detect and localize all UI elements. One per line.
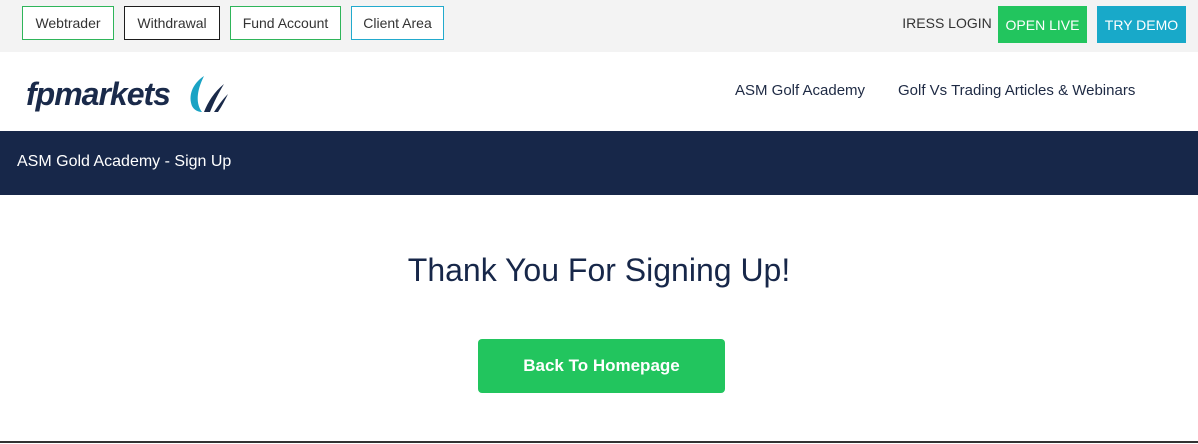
fund-account-button[interactable]: Fund Account (230, 6, 341, 40)
site-header: fpmarkets ASM Golf Academy Golf Vs Tradi… (0, 52, 1198, 131)
open-live-button[interactable]: OPEN LIVE (998, 6, 1087, 43)
nav-golf-vs-trading[interactable]: Golf Vs Trading Articles & Webinars (898, 82, 1135, 99)
webtrader-button[interactable]: Webtrader (22, 6, 114, 40)
fp-swoosh-icon (190, 76, 228, 112)
page-title-bar: ASM Gold Academy - Sign Up (0, 131, 1198, 195)
iress-login-link[interactable]: IRESS LOGIN (898, 6, 996, 40)
logo-text: fpmarkets (26, 75, 171, 112)
top-utility-bar: Webtrader Withdrawal Fund Account Client… (0, 0, 1198, 52)
withdrawal-button[interactable]: Withdrawal (124, 6, 220, 40)
bottom-divider (0, 441, 1198, 443)
thank-you-heading: Thank You For Signing Up! (407, 252, 791, 288)
back-to-homepage-button[interactable]: Back To Homepage (478, 339, 725, 393)
fpmarkets-logo[interactable]: fpmarkets (26, 74, 228, 114)
client-area-button[interactable]: Client Area (351, 6, 444, 40)
nav-asm-golf-academy[interactable]: ASM Golf Academy (735, 82, 865, 99)
try-demo-button[interactable]: TRY DEMO (1097, 6, 1186, 43)
page-title: ASM Gold Academy - Sign Up (17, 153, 232, 170)
